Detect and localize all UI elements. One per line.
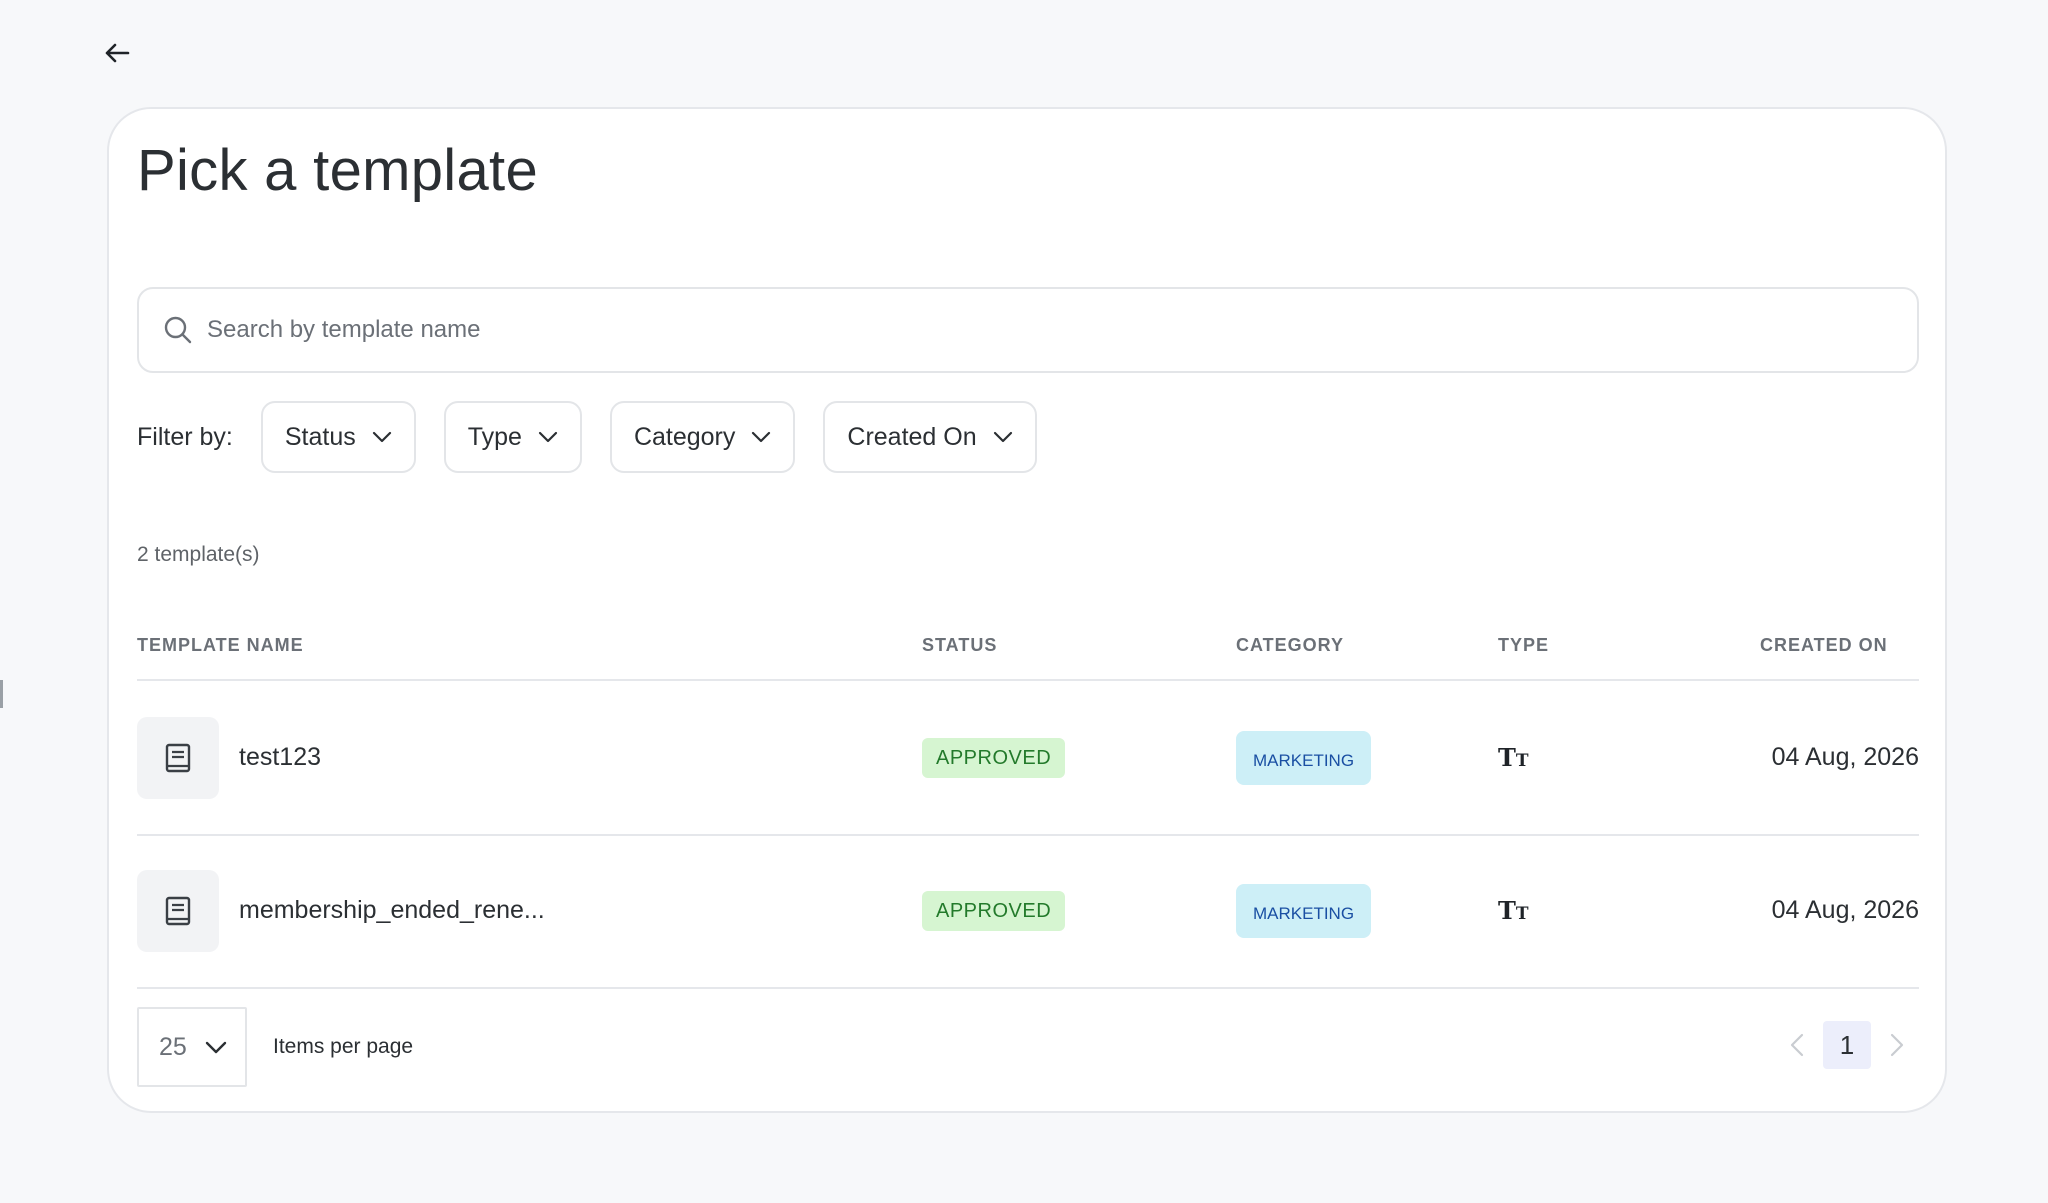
template-count: 2 template(s): [137, 543, 260, 566]
pagination: 1: [1783, 1021, 1911, 1069]
chevron-left-icon: [1790, 1033, 1804, 1057]
chevron-down-icon: [993, 431, 1013, 443]
table-row[interactable]: test123 APPROVED MARKETING TT 04 Aug, 20…: [137, 683, 1919, 836]
column-header-created-on: CREATED ON: [1760, 635, 1888, 655]
template-icon: [137, 717, 219, 799]
items-per-page-label: Items per page: [273, 1035, 414, 1058]
filter-created-on-dropdown[interactable]: Created On: [823, 401, 1037, 473]
chevron-down-icon: [751, 431, 771, 443]
filter-label: Filter by:: [137, 422, 233, 451]
status-badge: APPROVED: [922, 891, 1066, 931]
category-badge: MARKETING: [1236, 884, 1372, 938]
filter-bar: Filter by: Status Type Category Created …: [137, 401, 1065, 473]
search-input[interactable]: [207, 316, 1807, 344]
items-per-page-value: 25: [159, 1032, 187, 1061]
column-header-template-name: TEMPLATE NAME: [137, 635, 304, 655]
filter-status-label: Status: [284, 422, 356, 451]
filter-category-dropdown[interactable]: Category: [609, 401, 796, 473]
search-icon: [164, 316, 192, 344]
filter-created-on-label: Created On: [847, 422, 977, 451]
table-header: TEMPLATE NAME STATUS CATEGORY TYPE CREAT…: [137, 621, 1919, 681]
page-title: Pick a template: [137, 138, 539, 203]
template-name: membership_ended_rene...: [239, 896, 545, 924]
template-icon: [137, 870, 219, 952]
edge-handle: [0, 680, 3, 708]
page-button-current[interactable]: 1: [1823, 1021, 1871, 1069]
arrow-left-icon: [105, 43, 130, 63]
type-glyph: T: [1498, 743, 1516, 772]
chevron-right-icon: [1890, 1033, 1904, 1057]
column-header-status: STATUS: [922, 635, 998, 655]
chevron-down-icon: [372, 431, 392, 443]
text-type-icon: TT: [1498, 896, 1529, 925]
template-picker-card: Pick a template Filter by: Status Type C…: [107, 107, 1947, 1113]
filter-type-label: Type: [467, 422, 522, 451]
type-glyph: T: [1498, 896, 1516, 925]
previous-page-button[interactable]: [1783, 1021, 1811, 1069]
search-box[interactable]: [137, 287, 1919, 373]
type-glyph-small: T: [1515, 751, 1529, 771]
type-glyph-small: T: [1515, 904, 1529, 924]
chevron-down-icon: [205, 1041, 227, 1054]
table-row[interactable]: membership_ended_rene... APPROVED MARKET…: [137, 836, 1919, 989]
created-on-date: 04 Aug, 2026: [1771, 896, 1919, 924]
created-on-date: 04 Aug, 2026: [1771, 743, 1919, 771]
category-badge: MARKETING: [1236, 731, 1372, 785]
filter-status-dropdown[interactable]: Status: [260, 401, 416, 473]
items-per-page-select[interactable]: 25: [137, 1007, 247, 1087]
next-page-button[interactable]: [1883, 1021, 1911, 1069]
chevron-down-icon: [538, 431, 558, 443]
status-badge: APPROVED: [922, 738, 1066, 778]
filter-type-dropdown[interactable]: Type: [443, 401, 582, 473]
template-name: test123: [239, 743, 322, 771]
back-button[interactable]: [100, 36, 134, 70]
column-header-type: TYPE: [1498, 635, 1550, 655]
filter-category-label: Category: [633, 422, 736, 451]
column-header-category: CATEGORY: [1236, 635, 1345, 655]
text-type-icon: TT: [1498, 743, 1529, 772]
